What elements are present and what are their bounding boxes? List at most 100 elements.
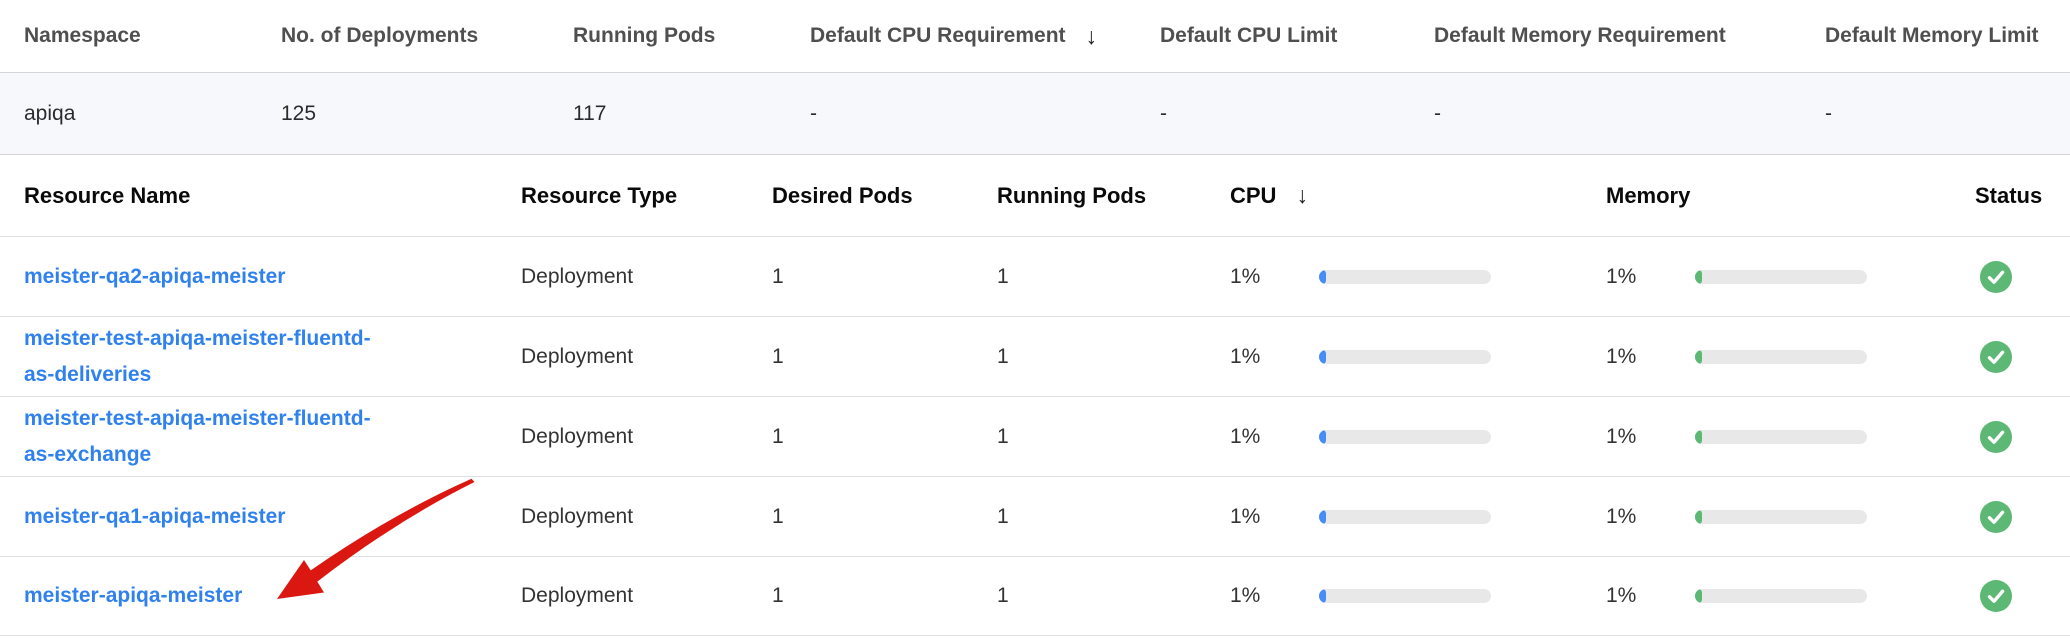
status-healthy-icon (1980, 421, 2012, 453)
status-healthy-icon (1980, 341, 2012, 373)
col-header-default-cpu-limit[interactable]: Default CPU Limit (1160, 24, 1434, 48)
table-row: meister-apiqa-meister Deployment 1 1 1% … (0, 557, 2070, 636)
resource-link-label: meister-test-apiqa-meister-fluentd- (24, 401, 371, 437)
memory-usage-bar-fill (1695, 270, 1702, 284)
desired-pods-cell: 1 (772, 505, 997, 529)
memory-usage-cell: 1% (1606, 584, 1975, 608)
col-header-resource-name[interactable]: Resource Name (24, 183, 521, 209)
col-header-cpu[interactable]: CPU ↓ (1230, 182, 1606, 209)
cpu-percent-label: 1% (1230, 265, 1319, 289)
running-pods-count-cell: 117 (573, 102, 810, 126)
memory-usage-cell: 1% (1606, 345, 1975, 369)
resource-link[interactable]: meister-qa2-apiqa-meister (24, 259, 285, 295)
col-header-running-pods[interactable]: Running Pods (573, 24, 810, 48)
memory-percent-label: 1% (1606, 345, 1695, 369)
resource-name-cell: meister-qa2-apiqa-meister (24, 259, 521, 295)
cpu-usage-bar-fill (1319, 589, 1326, 603)
status-healthy-icon (1980, 261, 2012, 293)
namespace-cell: apiqa (24, 102, 281, 126)
cpu-usage-bar-fill (1319, 270, 1326, 284)
status-cell (1975, 341, 2070, 373)
col-header-namespace[interactable]: Namespace (24, 24, 281, 48)
cpu-usage-bar-fill (1319, 510, 1326, 524)
cpu-usage-bar-fill (1319, 430, 1326, 444)
memory-usage-bar-fill (1695, 430, 1702, 444)
cpu-percent-label: 1% (1230, 425, 1319, 449)
col-header-default-cpu-requirement[interactable]: Default CPU Requirement ↓ (810, 23, 1160, 50)
running-pods-cell: 1 (997, 265, 1230, 289)
resource-type-cell: Deployment (521, 425, 772, 449)
memory-usage-bar-fill (1695, 350, 1702, 364)
resource-link-annotated[interactable]: meister-apiqa-meister (24, 578, 242, 614)
cpu-usage-bar (1319, 510, 1491, 524)
table-row: meister-qa1-apiqa-meister Deployment 1 1… (0, 477, 2070, 557)
col-header-memory[interactable]: Memory (1606, 183, 1975, 209)
status-cell (1975, 421, 2070, 453)
resource-link-label: meister-qa2-apiqa-meister (24, 259, 285, 295)
cpu-usage-bar-fill (1319, 350, 1326, 364)
resource-name-cell: meister-test-apiqa-meister-fluentd-as-de… (24, 321, 521, 393)
cpu-usage-cell: 1% (1230, 265, 1606, 289)
resource-link-label: as-exchange (24, 437, 371, 473)
memory-percent-label: 1% (1606, 505, 1695, 529)
desired-pods-cell: 1 (772, 425, 997, 449)
status-cell (1975, 261, 2070, 293)
resource-name-cell: meister-apiqa-meister (24, 578, 521, 614)
status-cell (1975, 580, 2070, 612)
col-header-default-memory-limit[interactable]: Default Memory Limit (1825, 24, 2070, 48)
sort-descending-icon[interactable]: ↓ (1086, 23, 1098, 50)
memory-usage-bar-fill (1695, 510, 1702, 524)
table-row: meister-test-apiqa-meister-fluentd-as-ex… (0, 397, 2070, 477)
col-header-label: Default CPU Requirement (810, 24, 1066, 48)
resource-link[interactable]: meister-test-apiqa-meister-fluentd-as-de… (24, 321, 371, 393)
memory-usage-bar (1695, 589, 1867, 603)
namespace-table-header: Namespace No. of Deployments Running Pod… (0, 0, 2070, 73)
resource-link-label: as-deliveries (24, 357, 371, 393)
col-header-desired-pods[interactable]: Desired Pods (772, 183, 997, 209)
running-pods-cell: 1 (997, 505, 1230, 529)
col-header-status[interactable]: Status (1975, 183, 2070, 209)
resource-name-cell: meister-test-apiqa-meister-fluentd-as-ex… (24, 401, 521, 473)
default-cpu-limit-cell: - (1160, 102, 1434, 126)
resource-type-cell: Deployment (521, 584, 772, 608)
cpu-percent-label: 1% (1230, 345, 1319, 369)
cpu-usage-cell: 1% (1230, 425, 1606, 449)
memory-percent-label: 1% (1606, 425, 1695, 449)
desired-pods-cell: 1 (772, 345, 997, 369)
resource-link[interactable]: meister-test-apiqa-meister-fluentd-as-ex… (24, 401, 371, 473)
col-header-default-memory-requirement[interactable]: Default Memory Requirement (1434, 24, 1825, 48)
desired-pods-cell: 1 (772, 584, 997, 608)
desired-pods-cell: 1 (772, 265, 997, 289)
running-pods-cell: 1 (997, 345, 1230, 369)
sort-descending-icon[interactable]: ↓ (1296, 182, 1308, 209)
default-cpu-requirement-cell: - (810, 102, 1160, 126)
resource-table: Resource Name Resource Type Desired Pods… (0, 155, 2070, 636)
cpu-usage-cell: 1% (1230, 584, 1606, 608)
default-memory-limit-cell: - (1825, 102, 2070, 126)
col-header-label: CPU (1230, 183, 1276, 209)
resource-name-cell: meister-qa1-apiqa-meister (24, 499, 521, 535)
status-healthy-icon (1980, 501, 2012, 533)
namespace-row: apiqa 125 117 - - - - (0, 73, 2070, 155)
col-header-running-pods[interactable]: Running Pods (997, 183, 1230, 209)
resource-type-cell: Deployment (521, 345, 772, 369)
running-pods-cell: 1 (997, 584, 1230, 608)
memory-usage-bar (1695, 510, 1867, 524)
resource-link-label: meister-qa1-apiqa-meister (24, 499, 285, 535)
col-header-no-of-deployments[interactable]: No. of Deployments (281, 24, 573, 48)
cpu-usage-bar (1319, 350, 1491, 364)
memory-percent-label: 1% (1606, 584, 1695, 608)
resource-link[interactable]: meister-qa1-apiqa-meister (24, 499, 285, 535)
status-cell (1975, 501, 2070, 533)
default-memory-requirement-cell: - (1434, 102, 1825, 126)
col-header-resource-type[interactable]: Resource Type (521, 183, 772, 209)
memory-usage-cell: 1% (1606, 265, 1975, 289)
memory-usage-cell: 1% (1606, 505, 1975, 529)
table-row: meister-qa2-apiqa-meister Deployment 1 1… (0, 237, 2070, 317)
memory-usage-bar (1695, 270, 1867, 284)
cpu-usage-bar (1319, 270, 1491, 284)
resource-link-label: meister-test-apiqa-meister-fluentd- (24, 321, 371, 357)
cpu-usage-bar (1319, 430, 1491, 444)
resource-type-cell: Deployment (521, 505, 772, 529)
memory-percent-label: 1% (1606, 265, 1695, 289)
